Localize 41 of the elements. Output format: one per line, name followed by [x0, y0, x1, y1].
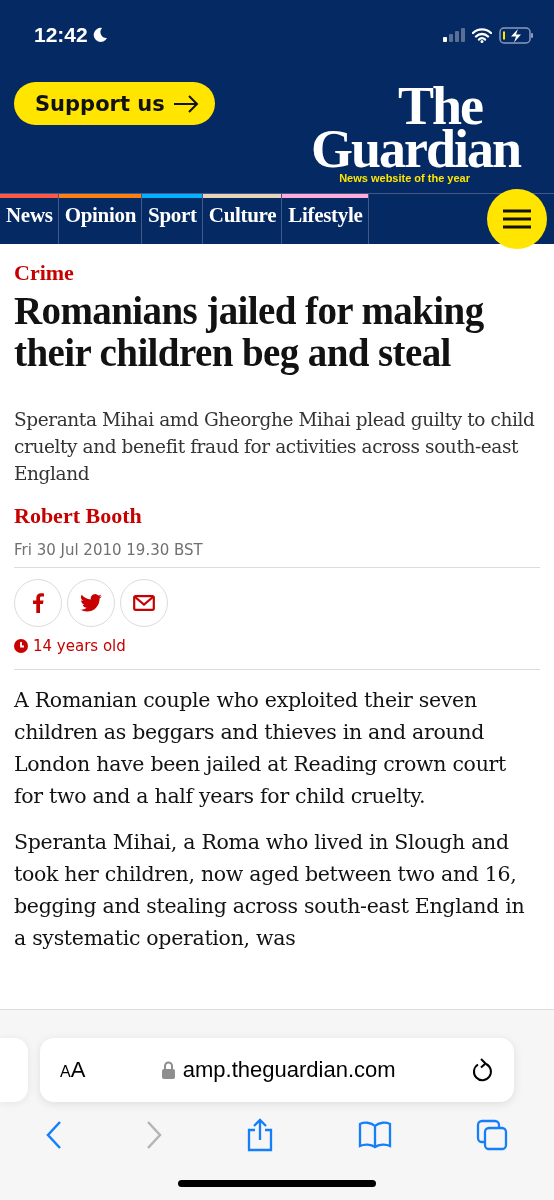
nav-tab[interactable]: Sport [142, 194, 203, 244]
envelope-icon [133, 595, 155, 611]
clock-icon [14, 639, 28, 653]
support-button[interactable]: Support us [14, 82, 215, 125]
reload-icon[interactable] [472, 1058, 494, 1082]
book-icon [358, 1121, 392, 1149]
facebook-icon [32, 593, 44, 613]
bookmarks-button[interactable] [358, 1121, 392, 1149]
byline-link[interactable]: Robert Booth [14, 503, 540, 529]
wifi-icon [472, 27, 492, 43]
twitter-button[interactable] [67, 579, 115, 627]
body-paragraph: Speranta Mihai, a Roma who lived in Slough and took her children, now aged between two and 16, begging and stealing across south-east England in a systematic operation, was [14, 829, 526, 952]
facebook-button[interactable] [14, 579, 62, 627]
section-link[interactable]: Crime [14, 260, 540, 286]
email-button[interactable] [120, 579, 168, 627]
menu-icon [503, 209, 531, 229]
nav-tab[interactable]: Culture [202, 194, 283, 244]
headline: Romanians jailed for making their children beg and steal [14, 290, 485, 374]
body-paragraph: A Romanian couple who exploited their seven children as beggars and thieves in and around London have been jailed at Reading crown court for two and a half years for child cruelty. [14, 687, 507, 810]
nav-tab[interactable]: Opinion [58, 194, 143, 244]
dateline: Fri 30 Jul 2010 19.30 BST [14, 541, 204, 559]
text-size-button[interactable]: AA [60, 1057, 86, 1083]
battery-icon [499, 26, 534, 44]
nav-tab[interactable]: Lifestyle [282, 194, 369, 244]
address-bar[interactable]: AA amp.theguardian.com [40, 1038, 514, 1102]
share-icon [246, 1118, 274, 1152]
url-text: amp.theguardian.com [182, 1057, 396, 1083]
moon-icon [91, 27, 108, 43]
standfirst: Speranta Mihai amd Gheorghe Mihai plead guilty to child cruelty and benefit fraud for activities across south-east England [14, 408, 536, 486]
signal-icon [443, 28, 465, 42]
bird-icon [80, 594, 102, 612]
menu-button[interactable] [487, 189, 547, 249]
arrow-icon [172, 94, 199, 113]
lock-icon [161, 1061, 175, 1079]
article-age: 14 years old [33, 637, 126, 655]
tabs-icon [476, 1119, 508, 1151]
tabs-button[interactable] [476, 1119, 508, 1151]
clock-time: 12:42 [34, 23, 88, 47]
back-button[interactable] [46, 1120, 62, 1150]
share-button[interactable] [246, 1118, 274, 1152]
nav-tab[interactable]: News [0, 194, 59, 244]
